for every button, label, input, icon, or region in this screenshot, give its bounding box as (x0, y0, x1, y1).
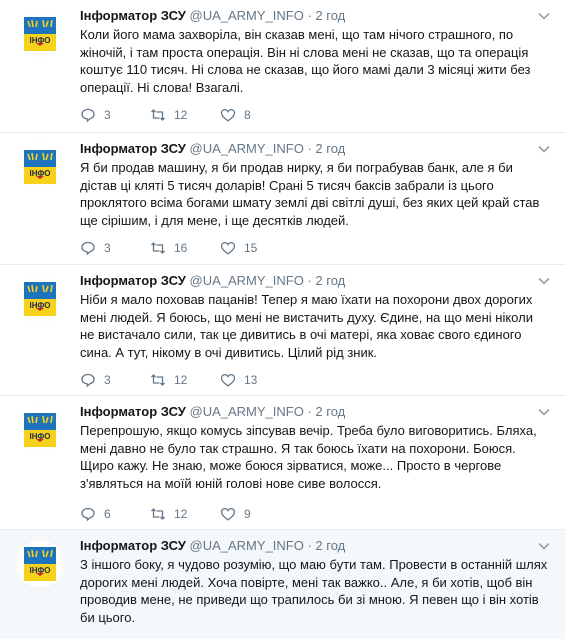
reply-icon (81, 373, 95, 388)
tweet[interactable]: ІНФО Інформатор ЗСУ @UA_ARMY_INFO · 2 го… (0, 396, 565, 530)
tweet-actions: 3 16 15 (80, 240, 290, 256)
like-button[interactable]: 15 (220, 240, 290, 256)
heart-icon (220, 373, 236, 387)
separator-dot: · (307, 141, 312, 156)
tweet[interactable]: ІНФО Інформатор ЗСУ @UA_ARMY_INFO · 2 го… (0, 133, 565, 265)
chevron-down-icon[interactable] (537, 405, 551, 419)
author-name[interactable]: Інформатор ЗСУ (80, 538, 186, 553)
tweet-text: Коли його мама захворіла, він сказав мен… (80, 27, 531, 95)
tweet-text: З іншого боку, я чудово розумію, що маю … (80, 557, 548, 625)
retweet-count: 12 (174, 373, 188, 387)
heart-icon (220, 241, 236, 255)
tweet-time[interactable]: 2 год (315, 404, 345, 419)
author-name[interactable]: Інформатор ЗСУ (80, 404, 186, 419)
tweet-text: Перепрошую, якщо комусь зіпсував вечір. … (80, 423, 537, 491)
retweet-icon (151, 242, 165, 254)
army-info-logo-icon: ІНФО (16, 10, 64, 58)
avatar[interactable]: ІНФО (16, 10, 64, 58)
retweet-count: 12 (174, 507, 188, 521)
reply-count: 6 (104, 507, 111, 521)
retweet-button[interactable]: 12 (150, 506, 220, 522)
chevron-down-icon[interactable] (537, 142, 551, 156)
retweet-button[interactable]: 16 (150, 240, 220, 256)
like-count: 15 (244, 241, 258, 255)
army-info-logo-icon: ІНФО (16, 540, 64, 588)
tweet-actions: 3 12 8 (80, 107, 290, 123)
retweet-button[interactable]: 12 (150, 372, 220, 388)
tweet-actions: 6 12 9 (80, 506, 290, 522)
reply-button[interactable]: 3 (80, 372, 150, 388)
tweet[interactable]: ІНФО Інформатор ЗСУ @UA_ARMY_INFO · 2 го… (0, 530, 565, 639)
like-count: 9 (244, 507, 251, 521)
avatar[interactable]: ІНФО (16, 540, 64, 588)
separator-dot: · (307, 538, 312, 553)
heart-icon (220, 507, 236, 521)
tweet-header: Інформатор ЗСУ @UA_ARMY_INFO · 2 год (80, 141, 345, 157)
army-info-logo-icon: ІНФО (16, 275, 64, 323)
reply-icon (81, 507, 95, 522)
author-handle[interactable]: @UA_ARMY_INFO (190, 141, 304, 156)
army-info-logo-icon: ІНФО (16, 406, 64, 454)
author-handle[interactable]: @UA_ARMY_INFO (190, 273, 304, 288)
chevron-down-icon[interactable] (537, 539, 551, 553)
retweet-icon (151, 109, 165, 121)
like-count: 13 (244, 373, 258, 387)
heart-icon (220, 108, 236, 122)
retweet-count: 12 (174, 108, 188, 122)
tweet-header: Інформатор ЗСУ @UA_ARMY_INFO · 2 год (80, 8, 345, 24)
like-button[interactable]: 9 (220, 506, 290, 522)
author-name[interactable]: Інформатор ЗСУ (80, 273, 186, 288)
tweet-text: Ніби я мало поховав пацанів! Тепер я маю… (80, 292, 533, 360)
army-info-logo-icon: ІНФО (16, 143, 64, 191)
author-handle[interactable]: @UA_ARMY_INFO (190, 404, 304, 419)
reply-count: 3 (104, 373, 111, 387)
tweet-time[interactable]: 2 год (315, 273, 345, 288)
author-name[interactable]: Інформатор ЗСУ (80, 141, 186, 156)
reply-button[interactable]: 3 (80, 240, 150, 256)
timeline: ІНФО Інформатор ЗСУ @UA_ARMY_INFO · 2 го… (0, 0, 565, 639)
retweet-icon (151, 374, 165, 386)
reply-count: 3 (104, 241, 111, 255)
author-name[interactable]: Інформатор ЗСУ (80, 8, 186, 23)
author-handle[interactable]: @UA_ARMY_INFO (190, 538, 304, 553)
author-handle[interactable]: @UA_ARMY_INFO (190, 8, 304, 23)
chevron-down-icon[interactable] (537, 9, 551, 23)
tweet[interactable]: ІНФО Інформатор ЗСУ @UA_ARMY_INFO · 2 го… (0, 265, 565, 396)
avatar[interactable]: ІНФО (16, 143, 64, 191)
tweet-actions: 3 12 13 (80, 372, 290, 388)
retweet-button[interactable]: 12 (150, 107, 220, 123)
reply-button[interactable]: 3 (80, 107, 150, 123)
avatar[interactable]: ІНФО (16, 275, 64, 323)
tweet-header: Інформатор ЗСУ @UA_ARMY_INFO · 2 год (80, 538, 345, 554)
tweet-header: Інформатор ЗСУ @UA_ARMY_INFO · 2 год (80, 404, 345, 420)
tweet-time[interactable]: 2 год (315, 141, 345, 156)
separator-dot: · (307, 404, 312, 419)
tweet-time[interactable]: 2 год (315, 538, 345, 553)
avatar[interactable]: ІНФО (16, 406, 64, 454)
chevron-down-icon[interactable] (537, 274, 551, 288)
tweet-text: Я би продав машину, я би продав нирку, я… (80, 160, 540, 228)
retweet-icon (151, 508, 165, 520)
tweet[interactable]: ІНФО Інформатор ЗСУ @UA_ARMY_INFO · 2 го… (0, 0, 565, 133)
like-button[interactable]: 13 (220, 372, 290, 388)
like-button[interactable]: 8 (220, 107, 290, 123)
reply-icon (81, 108, 95, 123)
reply-icon (81, 241, 95, 256)
tweet-header: Інформатор ЗСУ @UA_ARMY_INFO · 2 год (80, 273, 345, 289)
reply-count: 3 (104, 108, 111, 122)
tweet-time[interactable]: 2 год (315, 8, 345, 23)
separator-dot: · (307, 273, 312, 288)
like-count: 8 (244, 108, 251, 122)
reply-button[interactable]: 6 (80, 506, 150, 522)
retweet-count: 16 (174, 241, 188, 255)
separator-dot: · (307, 8, 312, 23)
